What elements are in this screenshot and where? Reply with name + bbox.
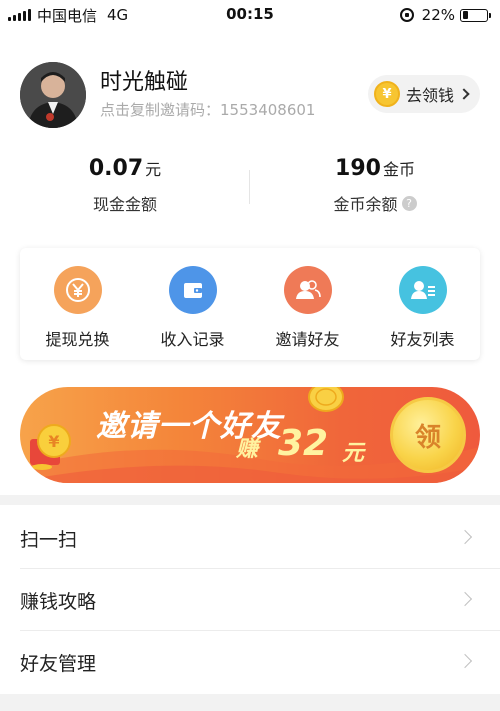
section-divider [0, 495, 500, 505]
action-label: 邀请好友 [275, 330, 340, 349]
battery-percent: 22% [421, 6, 455, 24]
action-label: 收入记录 [160, 330, 225, 349]
banner-unit: 元 [342, 441, 365, 466]
get-money-button[interactable]: ¥ 去领钱 [367, 75, 480, 113]
coin-value: 190 [335, 156, 381, 181]
coin-balance[interactable]: 190 金币 金币余额? [250, 156, 500, 215]
cash-value: 0.07 [88, 156, 144, 181]
svg-text:¥: ¥ [48, 432, 59, 451]
avatar[interactable] [20, 62, 86, 128]
menu-item-label: 赚钱攻略 [20, 591, 97, 613]
menu-item-label: 好友管理 [20, 653, 97, 675]
coin-icon: ¥ [373, 81, 400, 107]
cash-label: 现金金额 [92, 195, 157, 214]
gold-coin-icon [308, 387, 344, 412]
cash-unit: 元 [145, 160, 162, 179]
chevron-right-icon [458, 88, 470, 100]
invite-prefix: 点击复制邀请码： [100, 101, 221, 119]
cash-balance[interactable]: 0.07 元 现金金额 [0, 156, 250, 215]
action-label: 提现兑换 [45, 330, 110, 349]
actions-card: 提现兑换 收入记录 邀请好友 好友列表 [20, 248, 480, 360]
coin-unit: 金币 [382, 160, 415, 179]
chevron-right-icon [457, 653, 473, 669]
rotation-lock-icon [399, 8, 414, 22]
chevron-right-icon [457, 529, 473, 545]
menu-item-label: 扫一扫 [20, 529, 78, 551]
battery-icon [460, 8, 491, 22]
menu-item-friend-management[interactable]: 好友管理 [0, 631, 500, 693]
menu-item-scan[interactable]: 扫一扫 [0, 507, 500, 569]
action-label: 好友列表 [390, 330, 455, 349]
action-invite-friends[interactable]: 邀请好友 [250, 248, 365, 360]
status-bar: 中国电信 4G 00:15 22% [0, 0, 500, 30]
menu-item-earning-guide[interactable]: 赚钱攻略 [0, 569, 500, 631]
claim-coin-button[interactable]: 领 [390, 397, 466, 473]
invite-banner[interactable]: ¥ 邀请一个好友 赚 32 元 领 [20, 387, 480, 483]
help-icon[interactable]: ? [401, 195, 417, 211]
action-income-records[interactable]: 收入记录 [135, 248, 250, 360]
action-friend-list[interactable]: 好友列表 [365, 248, 480, 360]
invite-code[interactable]: 1553408601 [220, 101, 315, 119]
banner-amount: 32 [278, 423, 329, 464]
invite-code-line[interactable]: 点击复制邀请码：1553408601 [100, 99, 315, 120]
wallet-icon [168, 266, 217, 314]
red-envelope-coin-icon: ¥ [30, 424, 71, 470]
contact-list-icon [398, 266, 447, 314]
yuan-icon [53, 266, 102, 314]
chevron-right-icon [457, 591, 473, 607]
username: 时光触碰 [100, 70, 189, 95]
get-money-label: 去领钱 [405, 86, 454, 105]
coin-label: 金币余额 [333, 195, 398, 214]
banner-earn: 赚 [236, 437, 259, 462]
action-withdraw[interactable]: 提现兑换 [20, 248, 135, 360]
bottom-divider [0, 694, 500, 711]
users-icon [283, 266, 332, 314]
